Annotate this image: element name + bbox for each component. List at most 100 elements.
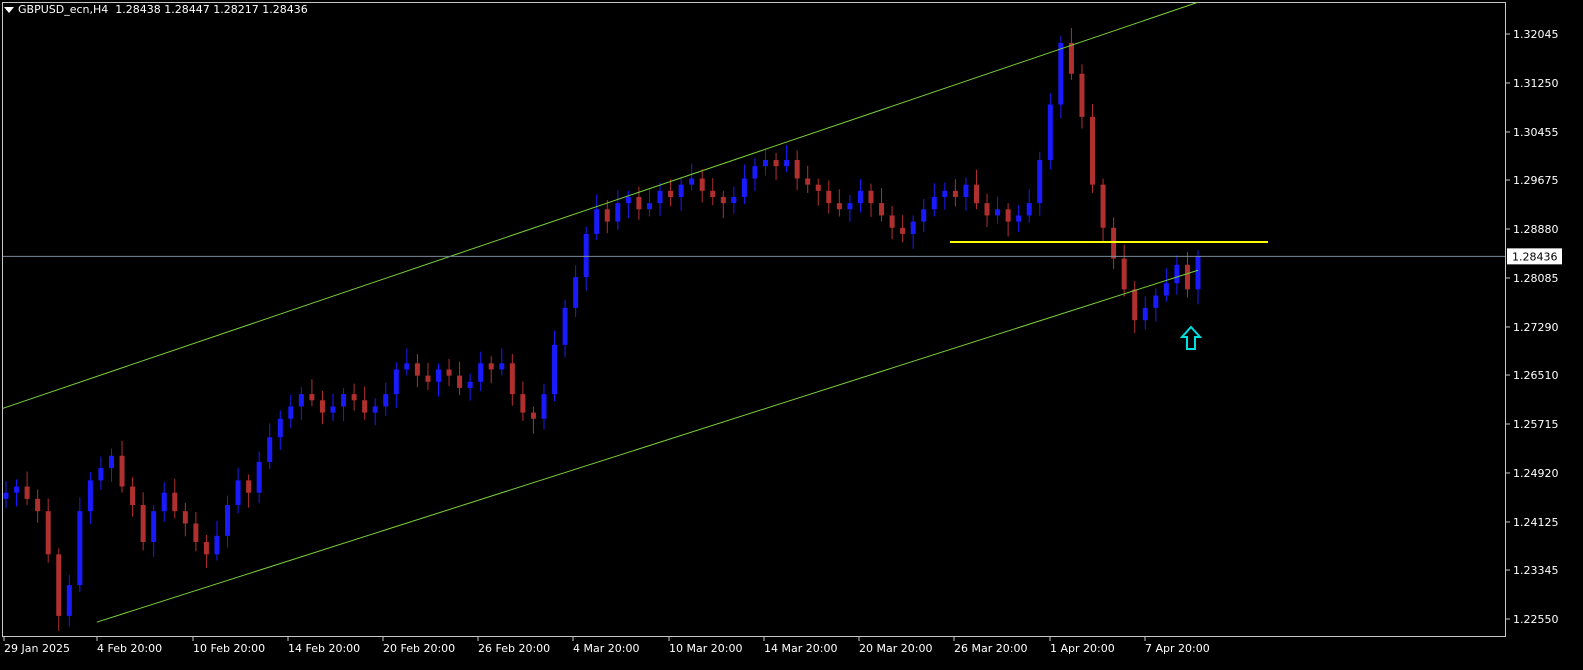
bull-candle: [931, 196, 937, 210]
bear-candle: [636, 196, 642, 210]
x-tick-label: 20 Feb 20:00: [383, 642, 455, 655]
x-tick-label: 26 Feb 20:00: [478, 642, 550, 655]
bull-candle: [541, 394, 547, 419]
bear-candle: [1005, 209, 1011, 222]
bear-candle: [836, 203, 842, 210]
bear-candle: [309, 394, 315, 401]
bear-candle: [140, 505, 146, 542]
bull-candle: [435, 369, 441, 382]
bull-candle: [288, 406, 294, 419]
bear-candle: [35, 498, 41, 512]
bull-candle: [583, 233, 589, 278]
bear-candle: [1079, 73, 1085, 117]
x-tick-label: 14 Mar 20:00: [764, 642, 837, 655]
price-chart[interactable]: 1.32045 1.31250 1.30455 1.29675 1.28880 1.280…: [0, 0, 1583, 666]
bear-candle: [319, 400, 325, 413]
bear-candle: [1111, 227, 1117, 259]
chart-background: [0, 0, 1583, 666]
bull-candle: [235, 480, 241, 506]
bear-candle: [952, 190, 958, 197]
bear-candle: [119, 455, 125, 487]
bull-candle: [225, 505, 231, 536]
x-tick-label: 1 Apr 20:00: [1050, 642, 1115, 655]
bull-candle: [467, 381, 473, 388]
bear-candle: [45, 511, 51, 555]
bear-candle: [362, 400, 368, 413]
bull-candle: [87, 480, 93, 512]
bull-candle: [573, 277, 579, 308]
bull-candle: [752, 166, 758, 179]
bear-candle: [710, 190, 716, 197]
bull-candle: [98, 468, 104, 481]
bear-candle: [24, 486, 30, 499]
bull-candle: [910, 221, 916, 234]
y-tick-label: 1.23345: [1513, 564, 1559, 577]
bear-candle: [1184, 264, 1190, 290]
bull-candle: [689, 178, 695, 185]
bull-candle: [1163, 283, 1169, 296]
bull-candle: [1195, 256, 1201, 290]
bull-candle: [995, 209, 1001, 216]
bear-candle: [794, 159, 800, 179]
bull-candle: [615, 203, 621, 222]
bear-candle: [414, 363, 420, 376]
chart-window[interactable]: 1.32045 1.31250 1.30455 1.29675 1.28880 1.280…: [0, 0, 1583, 666]
bear-candle: [130, 486, 136, 506]
bull-candle: [784, 159, 790, 167]
bull-candle: [1174, 264, 1180, 284]
y-tick-label: 1.26510: [1513, 369, 1559, 382]
bull-candle: [1153, 295, 1159, 308]
symbol-label: GBPUSD_ecn,H4: [18, 3, 109, 16]
triangle-down-icon[interactable]: [4, 7, 14, 13]
y-tick-label: 1.28880: [1513, 223, 1559, 236]
bear-candle: [246, 480, 252, 493]
bull-candle: [14, 486, 20, 493]
bear-candle: [351, 394, 357, 401]
bear-candle: [668, 190, 674, 197]
x-tick-label: 26 Mar 20:00: [954, 642, 1027, 655]
bull-candle: [267, 437, 273, 462]
bull-candle: [77, 511, 83, 586]
bull-candle: [646, 203, 652, 210]
bull-candle: [383, 394, 389, 407]
bull-candle: [1058, 42, 1064, 105]
bull-candle: [1037, 159, 1043, 204]
ohlc-readout: 1.28438 1.28447 1.28217 1.28436: [115, 3, 308, 16]
y-tick-label: 1.32045: [1513, 28, 1559, 41]
bear-candle: [699, 178, 705, 191]
bull-candle: [393, 369, 399, 395]
x-tick-label: 20 Mar 20:00: [859, 642, 932, 655]
bull-candle: [298, 394, 304, 407]
bull-candle: [763, 159, 769, 167]
bear-candle: [520, 394, 526, 413]
bull-candle: [499, 363, 505, 370]
bear-candle: [868, 190, 874, 204]
bear-candle: [425, 375, 431, 382]
bull-candle: [857, 190, 863, 204]
bull-candle: [731, 196, 737, 204]
bear-candle: [182, 511, 188, 524]
bull-candle: [1047, 104, 1053, 160]
bear-candle: [604, 209, 610, 222]
x-tick-label: 14 Feb 20:00: [288, 642, 360, 655]
y-tick-label: 1.24125: [1513, 516, 1559, 529]
bear-candle: [203, 541, 209, 555]
bear-candle: [973, 184, 979, 204]
bull-candle: [963, 184, 969, 197]
bear-candle: [826, 190, 832, 204]
bull-candle: [625, 196, 631, 204]
x-tick-label: 29 Jan 2025: [4, 642, 70, 655]
bear-candle: [172, 492, 178, 512]
bull-candle: [256, 461, 262, 493]
bear-candle: [879, 203, 885, 216]
bull-candle: [942, 190, 948, 197]
bull-candle: [594, 209, 600, 234]
y-tick-label: 1.24920: [1513, 467, 1559, 480]
bull-candle: [341, 394, 347, 407]
y-tick-label: 1.30455: [1513, 126, 1559, 139]
y-tick-label: 1.31250: [1513, 77, 1559, 90]
bear-candle: [815, 184, 821, 191]
bull-candle: [372, 406, 378, 413]
bear-candle: [773, 159, 779, 167]
x-tick-label: 4 Feb 20:00: [97, 642, 162, 655]
